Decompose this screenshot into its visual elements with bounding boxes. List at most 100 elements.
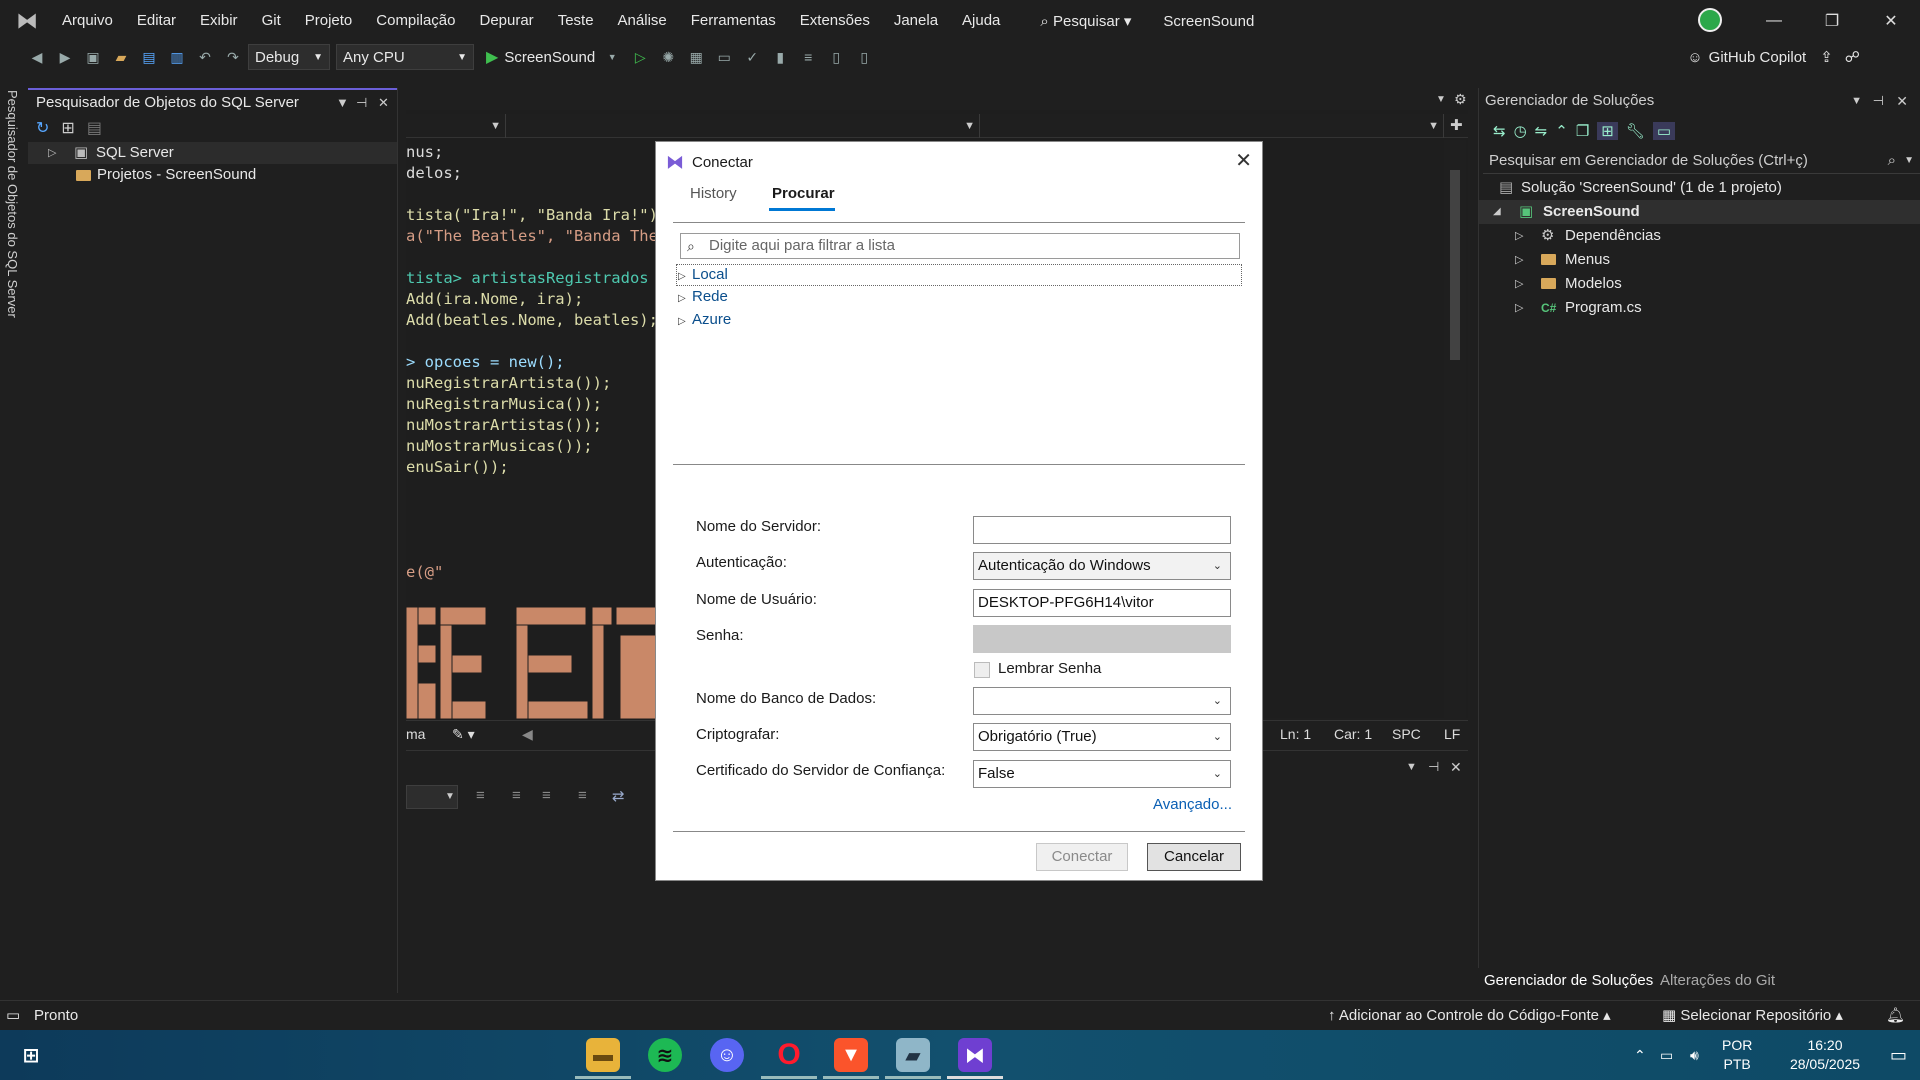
member-dropdown[interactable]: ▼	[984, 114, 1444, 138]
tree-node-rede[interactable]: ▷ Rede	[678, 286, 728, 308]
line-ending-indicator[interactable]: LF	[1444, 721, 1460, 747]
outdent-icon[interactable]: ≡	[542, 787, 551, 804]
chevron-right-icon[interactable]: ▷	[678, 311, 692, 333]
copy-icon[interactable]: ❐	[1576, 122, 1589, 140]
chevron-down-icon[interactable]: ▼	[1436, 94, 1446, 105]
layout-icon[interactable]: ▭	[711, 46, 737, 68]
menu-ferramentas[interactable]: Ferramentas	[679, 0, 788, 42]
chevron-down-icon[interactable]: ▼	[1851, 88, 1862, 114]
database-name-select[interactable]: ⌄	[973, 687, 1231, 715]
chevron-right-icon[interactable]: ▷	[678, 266, 692, 288]
run-target[interactable]: ScreenSound	[504, 49, 595, 66]
menu-compilacao[interactable]: Compilação	[364, 0, 467, 42]
run-without-debug-icon[interactable]: ▷	[627, 46, 653, 68]
wrap-icon[interactable]: ⇄	[612, 787, 625, 805]
tab-git-changes[interactable]: Alterações do Git	[1654, 968, 1781, 993]
menu-depurar[interactable]: Depurar	[467, 0, 545, 42]
remember-password-checkbox[interactable]	[974, 662, 990, 678]
cancel-button[interactable]: Cancelar	[1147, 843, 1241, 871]
minimize-icon[interactable]: —	[1745, 0, 1803, 42]
close-window-icon[interactable]: ✕	[1862, 0, 1920, 42]
browse-icon[interactable]: ▦	[683, 46, 709, 68]
encrypt-select[interactable]: Obrigatório (True) ⌄	[973, 723, 1231, 751]
tree-node-projects[interactable]: Projetos - ScreenSound	[28, 164, 397, 186]
menu-arquivo[interactable]: Arquivo	[50, 0, 125, 42]
hot-reload-icon[interactable]: ✺	[655, 46, 681, 68]
close-icon[interactable]: ✕	[1896, 88, 1908, 114]
chevron-down-icon[interactable]: ▼	[336, 90, 349, 116]
notification-center-icon[interactable]: ▭	[1890, 1030, 1907, 1080]
advanced-link[interactable]: Avançado...	[1153, 796, 1232, 813]
menu-git[interactable]: Git	[250, 0, 293, 42]
pin-icon[interactable]: ⊣	[356, 90, 367, 116]
history-icon[interactable]: ◷	[1514, 122, 1527, 140]
connect-button[interactable]: Conectar	[1036, 843, 1128, 871]
add-server-icon[interactable]: ⊞	[61, 118, 74, 138]
github-copilot-button[interactable]: ☺ GitHub Copilot ⇪ ☍	[1687, 42, 1860, 72]
redo-icon[interactable]: ↷	[220, 46, 246, 68]
tree-node-local[interactable]: ▷ Local	[678, 264, 728, 286]
tree-node-azure[interactable]: ▷ Azure	[678, 309, 731, 331]
add-source-control-button[interactable]: ↑ Adicionar ao Controle do Código-Fonte …	[1328, 1001, 1611, 1031]
windows-start-icon[interactable]: ⊞	[14, 1038, 48, 1072]
code-cleanup-icon[interactable]: ✎ ▾	[452, 721, 475, 747]
chevron-right-icon[interactable]: ▷	[1515, 248, 1523, 272]
notifications-output-icon[interactable]: ▭	[6, 1001, 20, 1031]
close-icon[interactable]: ✕	[1450, 759, 1462, 776]
account-avatar[interactable]	[1698, 8, 1722, 32]
chevron-right-icon[interactable]: ▷	[678, 288, 692, 310]
menu-janela[interactable]: Janela	[882, 0, 950, 42]
char-indicator[interactable]: Car: 1	[1334, 721, 1372, 747]
disconnect-icon[interactable]: ▤	[87, 118, 102, 138]
spellcheck-icon[interactable]: ✓	[739, 46, 765, 68]
project-dropdown[interactable]: ▼	[406, 114, 506, 138]
dropdown-combo[interactable]: ▼	[406, 785, 458, 809]
refresh-icon[interactable]: ↻	[36, 118, 49, 138]
chevron-down-icon[interactable]: ▼	[599, 46, 625, 68]
bookmark-prev-icon[interactable]: ▯	[851, 46, 877, 68]
bookmark-icon[interactable]: ▯	[823, 46, 849, 68]
collapse-all-icon[interactable]: ⌃	[1555, 122, 1568, 140]
search-icon[interactable]: ⌕	[1888, 148, 1896, 174]
indent-icon[interactable]: ≡	[512, 787, 521, 804]
menu-exibir[interactable]: Exibir	[188, 0, 250, 42]
language-indicator[interactable]: POR PTB	[1722, 1036, 1752, 1074]
discord-icon[interactable]: ☺	[710, 1038, 744, 1072]
solution-item-modelos[interactable]: ▷ Modelos	[1479, 272, 1920, 296]
network-icon[interactable]: ▭	[1660, 1030, 1673, 1080]
menu-editar[interactable]: Editar	[125, 0, 188, 42]
solution-search-input[interactable]: Pesquisar em Gerenciador de Soluções (Ct…	[1483, 148, 1920, 174]
back-icon[interactable]: ◀	[24, 46, 50, 68]
filter-input[interactable]: ⌕ Digite aqui para filtrar a lista	[680, 233, 1240, 259]
menu-projeto[interactable]: Projeto	[293, 0, 365, 42]
pin-icon[interactable]: ⊣	[1873, 88, 1884, 114]
platform-select[interactable]: Any CPU ▼	[336, 44, 474, 70]
clock[interactable]: 16:20 28/05/2025	[1780, 1036, 1870, 1074]
visual-studio-taskbar-icon[interactable]: ⧓	[958, 1038, 992, 1072]
tree-node-sql-server[interactable]: ▷ ▣ SQL Server	[28, 142, 397, 164]
indent-icon[interactable]: ▮	[767, 46, 793, 68]
file-explorer-icon[interactable]: ▬	[586, 1038, 620, 1072]
menu-ajuda[interactable]: Ajuda	[950, 0, 1012, 42]
chevron-down-icon[interactable]: ▼	[1406, 761, 1417, 773]
close-icon[interactable]: ✕	[378, 90, 389, 116]
menu-extensoes[interactable]: Extensões	[788, 0, 882, 42]
trust-certificate-select[interactable]: False ⌄	[973, 760, 1231, 788]
share-icon[interactable]: ⇪	[1820, 48, 1833, 66]
chevron-right-icon[interactable]: ▷	[1515, 272, 1523, 296]
menu-teste[interactable]: Teste	[546, 0, 606, 42]
editor-vertical-scrollbar[interactable]	[1444, 140, 1466, 718]
run-icon[interactable]: ▶	[486, 47, 498, 67]
save-all-icon[interactable]: ▥	[164, 46, 190, 68]
volume-icon[interactable]: 🔊︎	[1690, 1030, 1699, 1080]
sync-icon[interactable]: ⇋	[1535, 122, 1548, 140]
solution-node[interactable]: ▤ Solução 'ScreenSound' (1 de 1 projeto)	[1479, 176, 1920, 200]
comment-icon[interactable]: ≡	[795, 46, 821, 68]
wrench-icon[interactable]: 🔧︎	[1626, 122, 1645, 140]
tab-history[interactable]: History	[690, 185, 737, 202]
list-icon[interactable]: ≡	[578, 787, 587, 804]
scrollbar-thumb[interactable]	[1450, 170, 1460, 360]
tab-procurar[interactable]: Procurar	[772, 185, 835, 202]
gear-icon[interactable]: ⚙	[1454, 91, 1467, 108]
search-button[interactable]: ⌕ Pesquisar ▾	[1030, 12, 1141, 30]
